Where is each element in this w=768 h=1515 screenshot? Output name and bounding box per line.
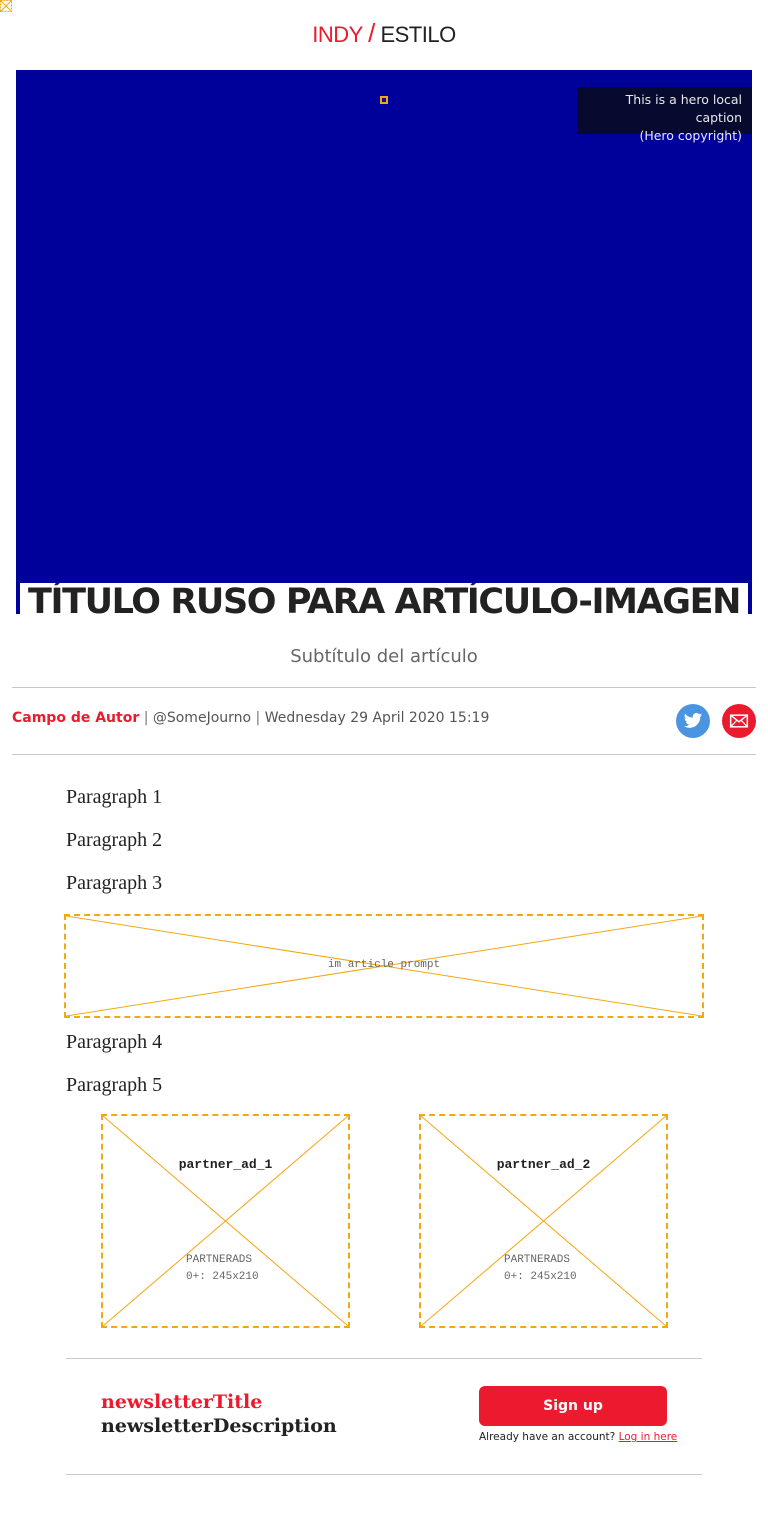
site-logo[interactable]: INDY / ESTILO [0, 20, 768, 48]
publish-date: Wednesday 29 April 2020 15:19 [264, 710, 490, 726]
divider [66, 1358, 702, 1359]
article-prompt-placeholder: im article prompt [64, 914, 704, 1018]
author-handle: @SomeJourno [152, 710, 252, 726]
article-paragraph: Paragraph 1 [66, 786, 163, 808]
hero-copyright: (Hero copyright) [639, 128, 742, 143]
partner-ad-type: PARTNERADS [186, 1254, 253, 1266]
divider [12, 687, 756, 688]
article-paragraph: Paragraph 5 [66, 1074, 163, 1096]
partner-ad-1[interactable]: partner_ad_1 PARTNERADS 0+: 245x210 [101, 1114, 350, 1328]
login-prompt-text: Already have an account? [479, 1431, 616, 1443]
signup-button[interactable]: Sign up [479, 1386, 667, 1426]
partner-ad-type: PARTNERADS [504, 1254, 571, 1266]
partner-ad-title: partner_ad_2 [496, 1157, 591, 1172]
twitter-bird-icon [683, 713, 703, 728]
byline: Campo de Autor | @SomeJourno | Wednesday… [12, 710, 489, 726]
divider [66, 1474, 702, 1475]
partner-ad-size: 0+: 245x210 [186, 1271, 259, 1283]
partner-ad-size: 0+: 245x210 [504, 1271, 577, 1283]
article-headline: TÍTULO RUSO PARA ARTÍCULO-IMAGEN [28, 583, 741, 614]
logo-section: ESTILO [380, 22, 456, 47]
logo-slash: / [368, 18, 375, 48]
byline-separator: | [143, 710, 149, 726]
divider [12, 754, 756, 755]
newsletter-description: newsletterDescription [101, 1415, 337, 1437]
share-twitter-button[interactable] [676, 704, 710, 738]
article-paragraph: Paragraph 4 [66, 1031, 163, 1053]
envelope-icon [729, 714, 749, 728]
login-link[interactable]: Log in here [619, 1431, 678, 1443]
headline-container: TÍTULO RUSO PARA ARTÍCULO-IMAGEN [20, 583, 748, 614]
hero-image: This is a hero local caption (Hero copyr… [16, 70, 752, 614]
corner-placeholder-icon [0, 0, 12, 12]
hero-placeholder-dot-icon [380, 96, 388, 104]
login-prompt: Already have an account? Log in here [479, 1431, 677, 1443]
partner-ad-title: partner_ad_1 [178, 1157, 273, 1172]
article-paragraph: Paragraph 2 [66, 829, 163, 851]
partner-ad-2[interactable]: partner_ad_2 PARTNERADS 0+: 245x210 [419, 1114, 668, 1328]
author-link[interactable]: Campo de Autor [12, 710, 139, 726]
article-subtitle: Subtítulo del artículo [290, 646, 478, 667]
placeholder-label: im article prompt [327, 959, 441, 971]
hero-caption-text: This is a hero local caption [625, 92, 742, 125]
newsletter-title: newsletterTitle [101, 1391, 263, 1413]
share-email-button[interactable] [722, 704, 756, 738]
article-paragraph: Paragraph 3 [66, 872, 163, 894]
hero-caption: This is a hero local caption (Hero copyr… [577, 87, 752, 143]
byline-separator: | [255, 710, 261, 726]
placeholder-cross-icon [421, 1116, 666, 1326]
placeholder-cross-icon [103, 1116, 348, 1326]
logo-brand: INDY [312, 22, 363, 47]
